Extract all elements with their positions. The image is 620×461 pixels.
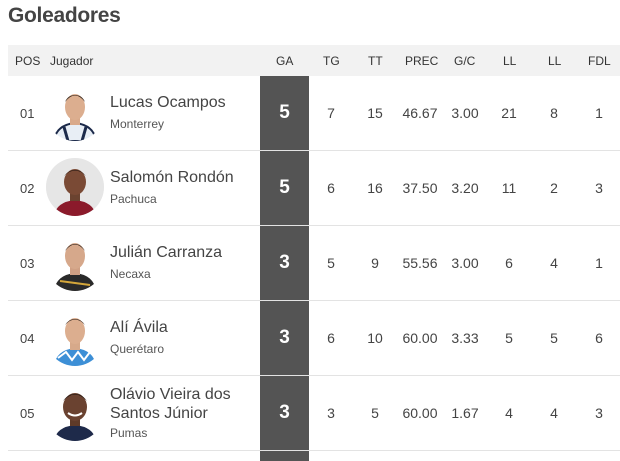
table-row[interactable]: 03 Julián Carranza Necaxa 3 5 9 55.56 3.…: [8, 226, 620, 301]
tt-value: 10: [367, 330, 383, 346]
fdl-value: 6: [595, 330, 603, 346]
team-name: Necaxa: [110, 267, 151, 281]
player-name[interactable]: Julián Carranza: [110, 244, 222, 262]
tt-value: 9: [371, 255, 379, 271]
player-avatar: [46, 383, 104, 441]
player-name-line-1[interactable]: Olávio Vieira dos: [110, 386, 231, 404]
position: 04: [20, 331, 35, 346]
col-pos[interactable]: POS: [15, 54, 40, 68]
tg-value: 6: [327, 330, 335, 346]
player-name[interactable]: Alí Ávila: [110, 319, 168, 337]
ga-value: 3: [260, 376, 309, 450]
team-name: Monterrey: [110, 117, 165, 131]
fdl-value: 1: [595, 255, 603, 271]
ll1-value: 21: [501, 105, 517, 121]
col-fdl[interactable]: FDL: [588, 54, 611, 68]
tg-value: 6: [327, 180, 335, 196]
player-avatar: [46, 233, 104, 291]
gc-value: 3.33: [451, 330, 479, 346]
prec-value: 46.67: [402, 105, 438, 121]
fdl-value: 3: [595, 405, 603, 421]
col-tt[interactable]: TT: [368, 54, 383, 68]
prec-value: 60.00: [402, 330, 438, 346]
gc-value: 3.20: [451, 180, 479, 196]
player-name[interactable]: Lucas Ocampos: [110, 94, 226, 112]
tt-value: 5: [371, 405, 379, 421]
scorers-table: POS Jugador GA TG TT PREC G/C LL LL FDL …: [8, 45, 620, 461]
ll1-value: 11: [501, 180, 517, 196]
col-ll-2[interactable]: LL: [548, 54, 561, 68]
col-prec[interactable]: PREC: [405, 54, 438, 68]
table-row[interactable]: 05 Olávio Vieira dos Santos Júnior Pumas…: [8, 376, 620, 451]
table-row[interactable]: 01 Lucas Ocampos Monterrey 5 7 15 46.67 …: [8, 76, 620, 151]
ll2-value: 4: [550, 405, 558, 421]
ga-value: 3: [260, 301, 309, 375]
ga-value: 3: [260, 226, 309, 300]
ga-value: 5: [260, 76, 309, 150]
tg-value: 3: [327, 405, 335, 421]
team-name: Pachuca: [110, 192, 157, 206]
player-name[interactable]: Salomón Rondón: [110, 169, 234, 187]
player-avatar: [46, 83, 104, 141]
position: 01: [20, 106, 35, 121]
ll1-value: 6: [505, 255, 513, 271]
tg-value: 5: [327, 255, 335, 271]
gc-value: 3.00: [451, 255, 479, 271]
fdl-value: 3: [595, 180, 603, 196]
table-row[interactable]: 02 Salomón Rondón Pachuca 5 6 16 37.50 3…: [8, 151, 620, 226]
prec-value: 37.50: [402, 180, 438, 196]
player-name-line-2[interactable]: Santos Júnior: [110, 405, 208, 423]
tt-value: 16: [367, 180, 383, 196]
ll2-value: 5: [550, 330, 558, 346]
prec-value: 55.56: [402, 255, 438, 271]
ll2-value: 2: [550, 180, 558, 196]
player-avatar: [46, 158, 104, 216]
page-title: Goleadores: [8, 4, 121, 27]
team-name: Querétaro: [110, 342, 165, 356]
fdl-value: 1: [595, 105, 603, 121]
ll2-value: 4: [550, 255, 558, 271]
prec-value: 60.00: [402, 405, 438, 421]
ga-column-continuation: [260, 451, 309, 461]
gc-value: 3.00: [451, 105, 479, 121]
tt-value: 15: [367, 105, 383, 121]
player-avatar: [46, 308, 104, 366]
tg-value: 7: [327, 105, 335, 121]
table-row-partial: [8, 451, 620, 461]
position: 03: [20, 256, 35, 271]
ga-value: 5: [260, 151, 309, 225]
ll1-value: 5: [505, 330, 513, 346]
col-ll-1[interactable]: LL: [503, 54, 516, 68]
col-jugador[interactable]: Jugador: [50, 54, 93, 68]
col-gc[interactable]: G/C: [454, 54, 475, 68]
position: 02: [20, 181, 35, 196]
ll2-value: 8: [550, 105, 558, 121]
ll1-value: 4: [505, 405, 513, 421]
gc-value: 1.67: [451, 405, 479, 421]
col-ga[interactable]: GA: [276, 54, 293, 68]
position: 05: [20, 406, 35, 421]
col-tg[interactable]: TG: [323, 54, 340, 68]
table-header: POS Jugador GA TG TT PREC G/C LL LL FDL: [8, 45, 620, 76]
team-name: Pumas: [110, 426, 148, 440]
table-row[interactable]: 04 Alí Ávila Querétaro 3 6 10 60.00 3.33…: [8, 301, 620, 376]
